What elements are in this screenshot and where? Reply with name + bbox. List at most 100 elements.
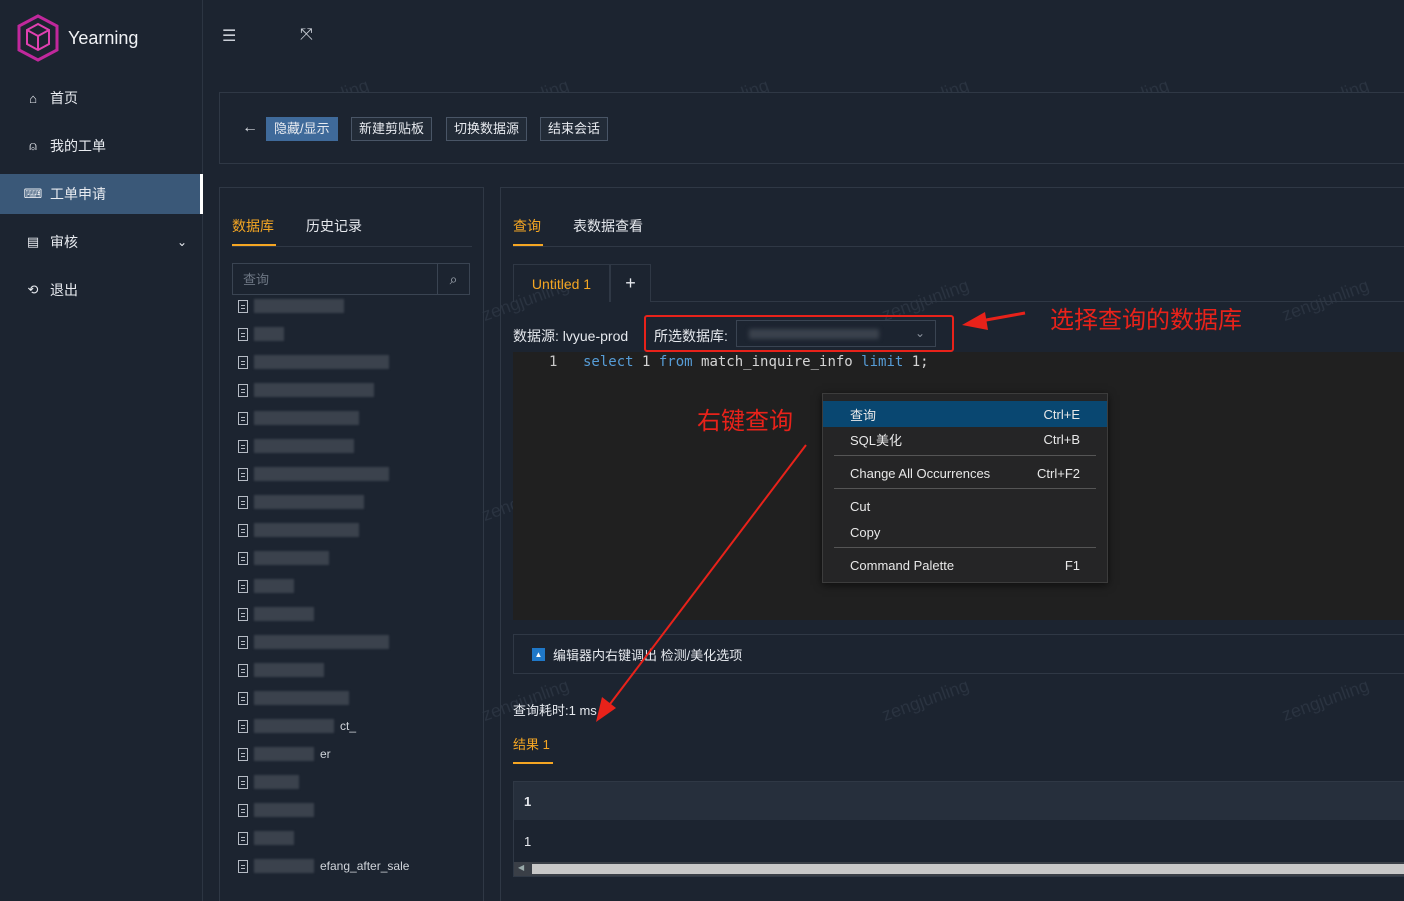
tree-item[interactable] (238, 494, 364, 510)
datasource-value: lvyue-prod (562, 328, 629, 344)
blurred-table-name (254, 607, 314, 621)
context-menu: 查询 Ctrl+E SQL美化 Ctrl+B Change All Occurr… (822, 393, 1108, 583)
blurred-table-name (254, 439, 354, 453)
app-name: Yearning (68, 27, 139, 48)
scroll-left-icon[interactable]: ◀ (518, 863, 524, 872)
tab-query[interactable]: 查询 (513, 216, 541, 236)
blurred-table-name (254, 635, 389, 649)
tree-item[interactable] (238, 298, 344, 314)
table-icon (238, 607, 248, 621)
menu-item-copy[interactable]: Copy (823, 519, 1107, 545)
datasource-info: 数据源: lvyue-prod (513, 326, 628, 346)
table-icon (238, 383, 248, 397)
table-icon (238, 719, 248, 733)
tree-item[interactable] (238, 634, 389, 650)
app-logo[interactable]: Yearning (16, 14, 138, 62)
sidebar: Yearning ⌂ 首页 ⍝ 我的工单 ⌨ 工单申请 ▤ 审核 ⌄ ⟲ 退出 (0, 0, 203, 901)
tree-item[interactable] (238, 326, 284, 342)
tree-item[interactable]: ct_ (238, 718, 356, 734)
datasource-label: 数据源: (513, 328, 559, 344)
tree-item[interactable]: er (238, 746, 331, 762)
tree-item[interactable] (238, 830, 294, 846)
code-number: 1; (903, 354, 929, 370)
table-icon (238, 551, 248, 565)
blurred-table-name (254, 775, 299, 789)
scrollbar-thumb[interactable] (532, 864, 1404, 874)
menu-item-query[interactable]: 查询 Ctrl+E (823, 401, 1107, 427)
menu-item-change-all[interactable]: Change All Occurrences Ctrl+F2 (823, 460, 1107, 486)
result-table: 1 1 ◀ (513, 781, 1404, 877)
blurred-table-name (254, 579, 294, 593)
sidebar-item-logout[interactable]: ⟲ 退出 (0, 270, 203, 310)
tree-item[interactable] (238, 354, 389, 370)
blurred-table-name (254, 383, 374, 397)
code-number: 1 (633, 354, 659, 370)
result-tab[interactable]: 结果 1 (513, 734, 550, 753)
query-toolbar: ← 隐藏/显示 新建剪贴板 切换数据源 结束会话 (219, 92, 1404, 164)
new-clipboard-button[interactable]: 新建剪贴板 (351, 117, 433, 141)
menu-item-sql-format[interactable]: SQL美化 Ctrl+B (823, 426, 1107, 452)
database-search-input[interactable] (233, 264, 437, 294)
tab-divider (232, 246, 472, 247)
tree-item[interactable] (238, 550, 329, 566)
tree-item[interactable] (238, 522, 359, 538)
table-icon (238, 635, 248, 649)
chevron-down-icon[interactable]: ⌄ (177, 235, 187, 249)
line-number: 1 (549, 354, 558, 370)
tree-item[interactable] (238, 466, 389, 482)
tree-item[interactable] (238, 606, 314, 622)
menu-item-command-palette[interactable]: Command Palette F1 (823, 552, 1107, 578)
menu-item-cut[interactable]: Cut (823, 493, 1107, 519)
blurred-table-name (254, 831, 294, 845)
add-tab-button[interactable]: + (610, 264, 651, 302)
menu-item-shortcut: Ctrl+B (1043, 431, 1080, 447)
end-session-button[interactable]: 结束会话 (540, 117, 609, 141)
editor-tab-untitled[interactable]: Untitled 1 (513, 264, 610, 302)
table-icon (238, 411, 248, 425)
tree-item[interactable] (238, 578, 294, 594)
table-icon (238, 831, 248, 845)
table-icon (238, 439, 248, 453)
sidebar-item-label: 工单申请 (50, 186, 106, 202)
column-header[interactable]: 1 (524, 794, 531, 809)
blurred-table-name (254, 467, 389, 481)
database-select[interactable]: ⌄ (736, 320, 936, 347)
tab-database[interactable]: 数据库 (232, 216, 274, 236)
database-search: ⌕ (232, 263, 470, 295)
code-line[interactable]: select 1 from match_inquire_info limit 1… (583, 354, 929, 370)
sidebar-item-order-apply[interactable]: ⌨ 工单申请 (0, 174, 203, 214)
sidebar-item-label: 退出 (50, 282, 78, 298)
menu-item-shortcut: Ctrl+E (1043, 406, 1080, 422)
tab-table-data[interactable]: 表数据查看 (573, 216, 643, 236)
annotation-right-click: 右键查询 (697, 408, 793, 435)
tree-item[interactable]: efang_after_sale (238, 858, 409, 874)
sidebar-item-home[interactable]: ⌂ 首页 (0, 78, 203, 118)
sidebar-item-my-orders[interactable]: ⍝ 我的工单 (0, 126, 203, 166)
terminal-icon: ⌨ (23, 186, 43, 201)
tree-item[interactable] (238, 382, 374, 398)
logo-cube-icon (17, 14, 59, 62)
blurred-table-name (254, 495, 364, 509)
fullscreen-icon[interactable]: ⤧ (300, 26, 313, 44)
logout-icon: ⟲ (27, 282, 39, 297)
tree-item[interactable] (238, 662, 324, 678)
horizontal-scrollbar[interactable]: ◀ (514, 862, 1404, 876)
tree-item[interactable] (238, 410, 359, 426)
tree-item[interactable] (238, 438, 354, 454)
tab-active-indicator (232, 244, 276, 246)
switch-datasource-button[interactable]: 切换数据源 (446, 117, 528, 141)
menu-fold-icon[interactable]: ☰ (222, 26, 236, 46)
tree-item[interactable] (238, 774, 299, 790)
editor-tips-collapse[interactable]: ▲ 编辑器内右键调出 检测/美化选项 (513, 634, 1404, 674)
toggle-visibility-button[interactable]: 隐藏/显示 (266, 117, 338, 141)
back-arrow-icon[interactable]: ← (242, 119, 258, 137)
result-tab-indicator (513, 762, 553, 764)
tab-history[interactable]: 历史记录 (306, 216, 362, 236)
tree-item[interactable] (238, 802, 314, 818)
sidebar-item-audit[interactable]: ▤ 审核 ⌄ (0, 222, 203, 262)
sidebar-item-label: 首页 (50, 90, 78, 106)
tree-item[interactable] (238, 690, 349, 706)
search-icon[interactable]: ⌕ (437, 264, 469, 294)
table-icon (238, 691, 248, 705)
blurred-table-name (254, 859, 314, 873)
